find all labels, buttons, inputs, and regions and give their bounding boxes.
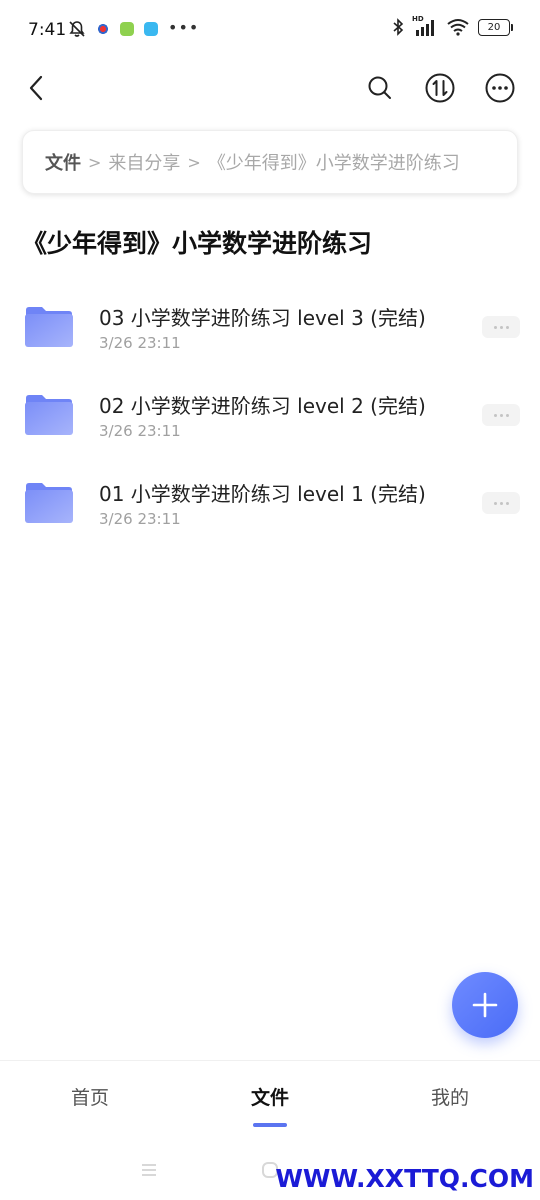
list-item[interactable]: 01 小学数学进阶练习 level 1 (完结) 3/26 23:11 (0, 458, 540, 546)
file-name: 01 小学数学进阶练习 level 1 (完结) (99, 482, 426, 506)
sort-button[interactable] (422, 70, 458, 106)
file-list: 03 小学数学进阶练习 level 3 (完结) 3/26 23:11 02 小… (0, 282, 540, 546)
bluetooth-icon (393, 18, 404, 36)
status-time: 7:41 (28, 20, 67, 40)
message-app-icon (144, 22, 158, 36)
tab-files[interactable]: 文件 (210, 1083, 330, 1110)
file-date: 3/26 23:11 (99, 334, 181, 352)
plus-icon (472, 992, 498, 1018)
breadcrumb-item-shared[interactable]: 来自分享 (108, 149, 180, 175)
battery-icon: 20 (478, 18, 513, 36)
more-notifications-icon: ••• (168, 17, 200, 37)
breadcrumb-separator: > (187, 152, 201, 172)
tab-home[interactable]: 首页 (30, 1083, 150, 1110)
folder-icon (25, 307, 73, 347)
file-name: 02 小学数学进阶练习 level 2 (完结) (99, 394, 426, 418)
item-more-button[interactable] (482, 404, 520, 426)
folder-icon (25, 483, 73, 523)
sort-icon (425, 73, 455, 103)
folder-icon (25, 395, 73, 435)
chevron-left-icon (29, 75, 43, 101)
file-name: 03 小学数学进阶练习 level 3 (完结) (99, 306, 426, 330)
status-bar: 7:41 ••• HD 20 (0, 0, 540, 62)
back-button[interactable] (20, 72, 52, 104)
top-bar (0, 62, 540, 114)
tab-mine[interactable]: 我的 (390, 1083, 510, 1110)
menu-icon[interactable] (140, 1162, 158, 1178)
status-left-icons: ••• (68, 17, 200, 38)
page-title: 《少年得到》小学数学进阶练习 (22, 229, 373, 258)
mute-bell-icon (69, 21, 85, 37)
chat-app-icon (120, 22, 134, 36)
item-more-button[interactable] (482, 492, 520, 514)
cellular-signal-icon: HD (412, 15, 438, 36)
more-options-button[interactable] (482, 70, 518, 106)
wifi-icon (447, 19, 469, 36)
add-button[interactable] (452, 972, 518, 1038)
file-date: 3/26 23:11 (99, 510, 181, 528)
breadcrumb-separator: > (88, 152, 102, 172)
breadcrumb-item-current: 《少年得到》小学数学进阶练习 (207, 153, 460, 174)
file-date: 3/26 23:11 (99, 422, 181, 440)
app-notification-icon (96, 22, 110, 36)
active-tab-indicator (253, 1123, 287, 1127)
list-item[interactable]: 03 小学数学进阶练习 level 3 (完结) 3/26 23:11 (0, 282, 540, 370)
breadcrumb-item-files[interactable]: 文件 (45, 149, 81, 175)
more-icon (485, 73, 515, 103)
breadcrumb: 文件 > 来自分享 > 《少年得到》小学数学进阶练习 (22, 130, 518, 194)
item-more-button[interactable] (482, 316, 520, 338)
watermark: WWW.XXTTQ.COM (275, 1164, 534, 1193)
search-icon (368, 76, 391, 99)
status-right-icons: HD 20 (392, 15, 513, 36)
bottom-nav: 首页 文件 我的 (0, 1060, 540, 1141)
list-item[interactable]: 02 小学数学进阶练习 level 2 (完结) 3/26 23:11 (0, 370, 540, 458)
search-button[interactable] (362, 70, 398, 106)
